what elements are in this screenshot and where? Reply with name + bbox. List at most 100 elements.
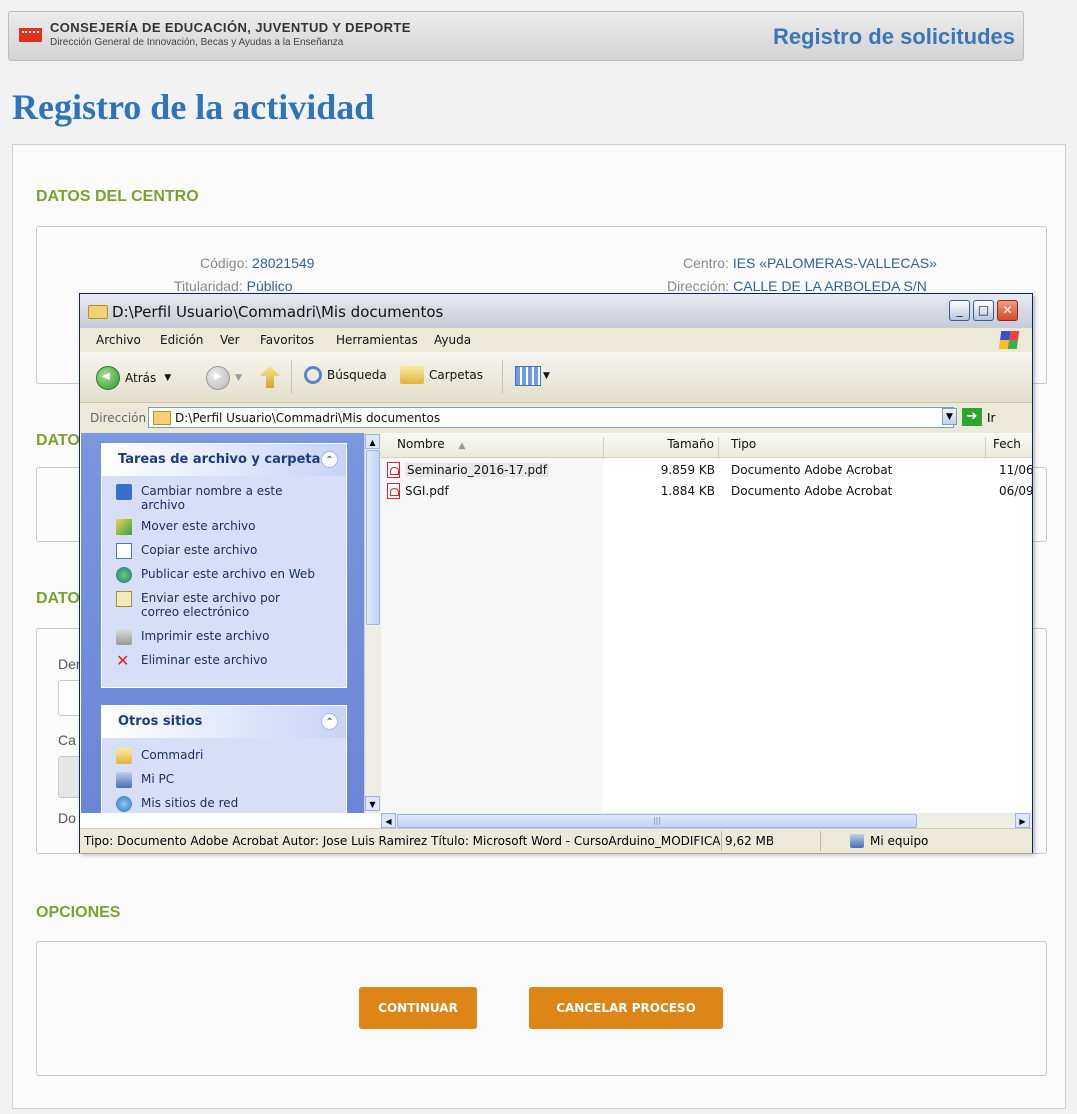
task-copy[interactable]: Copiar este archivo xyxy=(116,543,257,559)
task-publish[interactable]: Publicar este archivo en Web xyxy=(116,567,315,583)
centro-field: Centro: IES «PALOMERAS-VALLECAS» xyxy=(683,255,937,271)
column-tipo[interactable]: Tipo xyxy=(731,437,986,459)
back-dropdown-icon[interactable]: ▼ xyxy=(164,373,171,383)
address-dropdown-icon[interactable]: ▼ xyxy=(942,408,957,425)
menu-herramientas[interactable]: Herramientas xyxy=(336,333,418,347)
task-delete[interactable]: ✕ Eliminar este archivo xyxy=(116,653,268,669)
network-icon xyxy=(116,796,132,812)
column-nombre[interactable]: Nombre ▲ xyxy=(397,437,604,459)
codigo-label: Código: xyxy=(200,255,249,271)
toolbar: Atrás ▼ ▼ Búsqueda Carpetas ▼ xyxy=(80,352,1032,403)
explorer-titlebar[interactable]: D:\Perfil Usuario\Commadri\Mis documento… xyxy=(80,294,1032,328)
section-title-partial-2: DATO xyxy=(36,432,80,449)
tasks-panel-header[interactable]: Tareas de archivo y carpeta ⌃ xyxy=(102,444,346,476)
up-arrow-icon xyxy=(260,366,280,388)
status-location: Mi equipo xyxy=(850,834,928,848)
globe-icon xyxy=(116,567,132,583)
titularidad-label: Titularidad: xyxy=(174,278,243,294)
task-publish-label: Publicar este archivo en Web xyxy=(141,567,315,581)
place-commadri[interactable]: Commadri xyxy=(116,748,203,764)
address-input[interactable]: D:\Perfil Usuario\Commadri\Mis documento… xyxy=(148,407,954,428)
task-rename-label: Cambiar nombre a este archivo xyxy=(141,484,283,512)
tasks-title: Tareas de archivo y carpeta xyxy=(118,452,321,467)
file-list-h-scrollbar[interactable]: ◀ ||| ▶ xyxy=(381,813,1032,829)
app-title: Registro de solicitudes xyxy=(772,24,1015,49)
section-title-opciones: OPCIONES xyxy=(36,904,121,921)
file-name: SGI.pdf xyxy=(405,484,449,498)
other-places-header[interactable]: Otros sitios ⌃ xyxy=(102,706,346,738)
file-type: Documento Adobe Acrobat xyxy=(731,484,893,498)
explorer-window: D:\Perfil Usuario\Commadri\Mis documento… xyxy=(79,293,1034,853)
file-size: 9.859 KB xyxy=(660,463,715,477)
section-title-datos-centro: DATOS DEL CENTRO xyxy=(36,188,199,205)
menu-ver[interactable]: Ver xyxy=(220,333,240,347)
tasks-panel: Tareas de archivo y carpeta ⌃ Cambiar no… xyxy=(101,443,347,688)
cancel-process-button[interactable]: CANCELAR PROCESO xyxy=(529,987,723,1029)
h-scroll-thumb[interactable]: ||| xyxy=(397,814,917,828)
collapse-chevron-icon[interactable]: ⌃ xyxy=(321,451,338,468)
menu-edicion[interactable]: Edición xyxy=(160,333,203,347)
folders-button[interactable]: Carpetas xyxy=(400,366,483,384)
task-print-label: Imprimir este archivo xyxy=(141,629,270,643)
explorer-title: D:\Perfil Usuario\Commadri\Mis documento… xyxy=(112,303,444,321)
place-mi-pc-label: Mi PC xyxy=(141,772,175,786)
computer-icon xyxy=(850,834,864,848)
scroll-left-arrow-icon[interactable]: ◀ xyxy=(381,813,396,828)
collapse-chevron-icon[interactable]: ⌃ xyxy=(321,713,338,730)
back-button[interactable]: Atrás ▼ xyxy=(96,366,171,390)
direccion-label: Dirección: xyxy=(667,278,730,294)
status-bar: Tipo: Documento Adobe Acrobat Autor: Jos… xyxy=(80,828,1032,853)
go-button[interactable]: Ir xyxy=(987,411,995,425)
menu-archivo[interactable]: Archivo xyxy=(96,333,141,347)
task-rename[interactable]: Cambiar nombre a este archivo xyxy=(116,484,286,512)
file-name: Seminario_2016-17.pdf xyxy=(405,463,550,477)
scroll-right-arrow-icon[interactable]: ▶ xyxy=(1015,813,1030,828)
menu-favoritos[interactable]: Favoritos xyxy=(260,333,314,347)
go-arrow-icon[interactable]: ➔ xyxy=(962,408,982,426)
task-move-label: Mover este archivo xyxy=(141,519,256,533)
close-button[interactable]: ✕ xyxy=(997,300,1018,321)
maximize-button[interactable]: □ xyxy=(973,300,994,321)
column-tamano[interactable]: Tamaño xyxy=(603,437,719,459)
printer-icon xyxy=(116,629,132,645)
field-label-partial-1: Der xyxy=(58,656,81,672)
column-nombre-label: Nombre xyxy=(397,437,445,451)
back-label: Atrás xyxy=(125,371,157,385)
delete-x-icon: ✕ xyxy=(116,651,130,670)
titularidad-field: Titularidad: Público xyxy=(174,278,293,294)
continue-button[interactable]: CONTINUAR xyxy=(359,987,477,1029)
views-button[interactable]: ▼ xyxy=(515,366,550,386)
status-size: 9,62 MB xyxy=(725,834,775,848)
menu-ayuda[interactable]: Ayuda xyxy=(434,333,471,347)
minimize-button[interactable]: _ xyxy=(949,300,970,321)
file-row[interactable]: Seminario_2016-17.pdf 9.859 KB Documento… xyxy=(381,461,1034,481)
forward-button[interactable]: ▼ xyxy=(206,366,242,390)
status-divider xyxy=(820,831,821,851)
task-pane-scrollbar[interactable]: ▲ ▼ xyxy=(364,433,381,813)
folder-icon xyxy=(153,411,171,425)
column-fecha[interactable]: Fech xyxy=(993,437,1033,459)
move-icon xyxy=(116,519,132,535)
comunidad-madrid-logo xyxy=(19,28,42,42)
place-network[interactable]: Mis sitios de red xyxy=(116,796,238,812)
search-button[interactable]: Búsqueda xyxy=(304,366,387,384)
place-network-label: Mis sitios de red xyxy=(141,796,239,810)
up-folder-button[interactable] xyxy=(260,366,284,388)
direccion-field: Dirección: CALLE DE LA ARBOLEDA S/N xyxy=(667,278,927,294)
status-file-info: Tipo: Documento Adobe Acrobat Autor: Jos… xyxy=(84,834,720,848)
scroll-up-arrow-icon[interactable]: ▲ xyxy=(365,434,380,449)
file-row[interactable]: SGI.pdf 1.884 KB Documento Adobe Acrobat… xyxy=(381,482,1034,502)
scroll-thumb[interactable] xyxy=(366,450,380,625)
file-list: Nombre ▲ Tamaño Tipo Fech Seminario_2016… xyxy=(381,433,1034,829)
menu-bar: Archivo Edición Ver Favoritos Herramient… xyxy=(80,328,1032,353)
forward-arrow-icon xyxy=(206,366,230,390)
scroll-down-arrow-icon[interactable]: ▼ xyxy=(365,796,380,811)
search-icon xyxy=(304,366,322,384)
place-mi-pc[interactable]: Mi PC xyxy=(116,772,174,788)
task-print[interactable]: Imprimir este archivo xyxy=(116,629,269,645)
forward-dropdown-icon[interactable]: ▼ xyxy=(235,373,242,383)
task-move[interactable]: Mover este archivo xyxy=(116,519,255,535)
windows-logo-icon xyxy=(998,331,1020,349)
codigo-value: 28021549 xyxy=(252,255,315,271)
task-email[interactable]: Enviar este archivo por correo electróni… xyxy=(116,591,316,619)
